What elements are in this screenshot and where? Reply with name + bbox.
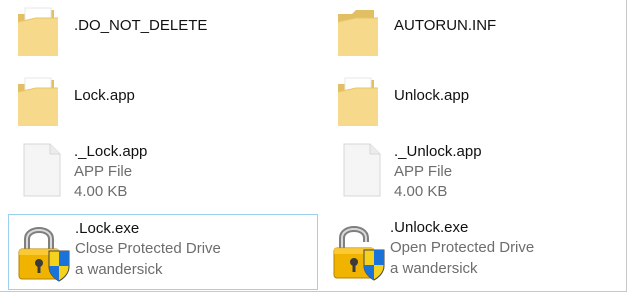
file-type: APP File	[394, 163, 453, 180]
file-item-dot-underscore-unlock-app[interactable]: ._Unlock.app APP File 4.00 KB	[328, 142, 628, 208]
folder-icon	[16, 74, 60, 128]
lock-shield-icon	[15, 221, 75, 283]
file-company: a wandersick	[75, 261, 163, 278]
file-size: 4.00 KB	[74, 183, 128, 200]
file-type: APP File	[74, 163, 133, 180]
folder-icon	[16, 4, 60, 58]
folder-icon	[336, 4, 380, 58]
folder-icon	[336, 74, 380, 128]
file-item-unlock-exe[interactable]: .Unlock.exe Open Protected Drive a wande…	[324, 214, 628, 290]
file-name: ._Lock.app	[74, 143, 148, 160]
file-name: AUTORUN.INF	[394, 17, 497, 34]
file-item-lock-exe[interactable]: .Lock.exe Close Protected Drive a wander…	[8, 214, 318, 290]
document-icon	[342, 142, 382, 198]
file-item-unlock-app[interactable]: Unlock.app	[328, 70, 628, 130]
file-company: a wandersick	[390, 260, 478, 277]
file-name: .DO_NOT_DELETE	[74, 17, 208, 34]
file-description: Close Protected Drive	[75, 240, 221, 257]
file-item-lock-app[interactable]: Lock.app	[8, 70, 308, 130]
file-description: Open Protected Drive	[390, 239, 535, 256]
file-name: Unlock.app	[394, 87, 470, 104]
unlock-shield-icon	[330, 220, 390, 282]
file-item-dot-underscore-lock-app[interactable]: ._Lock.app APP File 4.00 KB	[8, 142, 308, 208]
file-size: 4.00 KB	[394, 183, 448, 200]
file-name: .Lock.exe	[75, 220, 140, 237]
file-item-autorun-inf[interactable]: AUTORUN.INF	[328, 0, 628, 60]
document-icon	[22, 142, 62, 198]
file-item-do-not-delete[interactable]: .DO_NOT_DELETE	[8, 0, 308, 60]
file-name: Lock.app	[74, 87, 135, 104]
file-list-view: .DO_NOT_DELETE AUTORUN.INF Lock.app Unlo…	[0, 0, 627, 292]
file-name: .Unlock.exe	[390, 219, 469, 236]
file-name: ._Unlock.app	[394, 143, 482, 160]
